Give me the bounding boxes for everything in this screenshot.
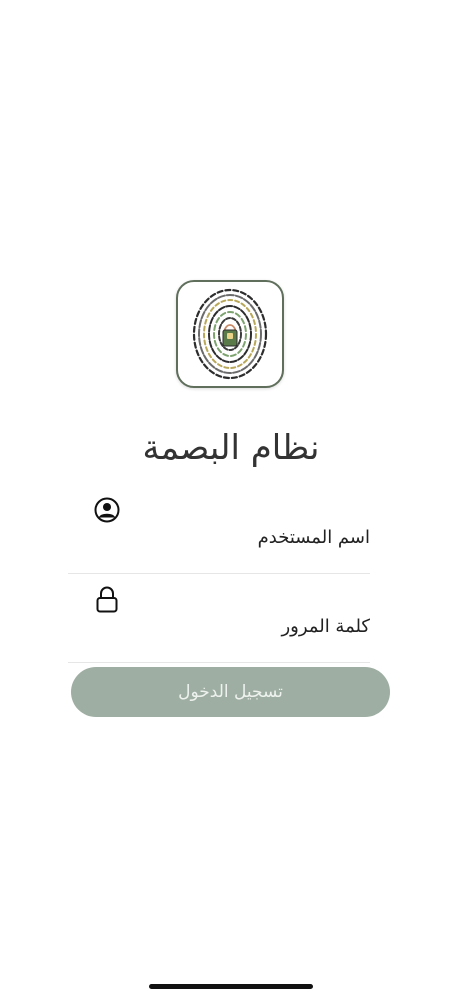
app-title: نظام البصمة	[142, 428, 320, 468]
user-circle-icon	[94, 497, 120, 523]
username-field[interactable]: اسم المستخدم	[68, 493, 370, 574]
login-button[interactable]: تسجيل الدخول	[71, 667, 390, 717]
fingerprint-logo-icon	[192, 288, 268, 380]
app-logo	[176, 280, 284, 388]
home-indicator	[149, 984, 313, 989]
lock-icon	[96, 586, 118, 613]
username-placeholder: اسم المستخدم	[257, 527, 370, 548]
password-field[interactable]: كلمة المرور	[68, 582, 370, 663]
password-placeholder: كلمة المرور	[281, 616, 370, 637]
